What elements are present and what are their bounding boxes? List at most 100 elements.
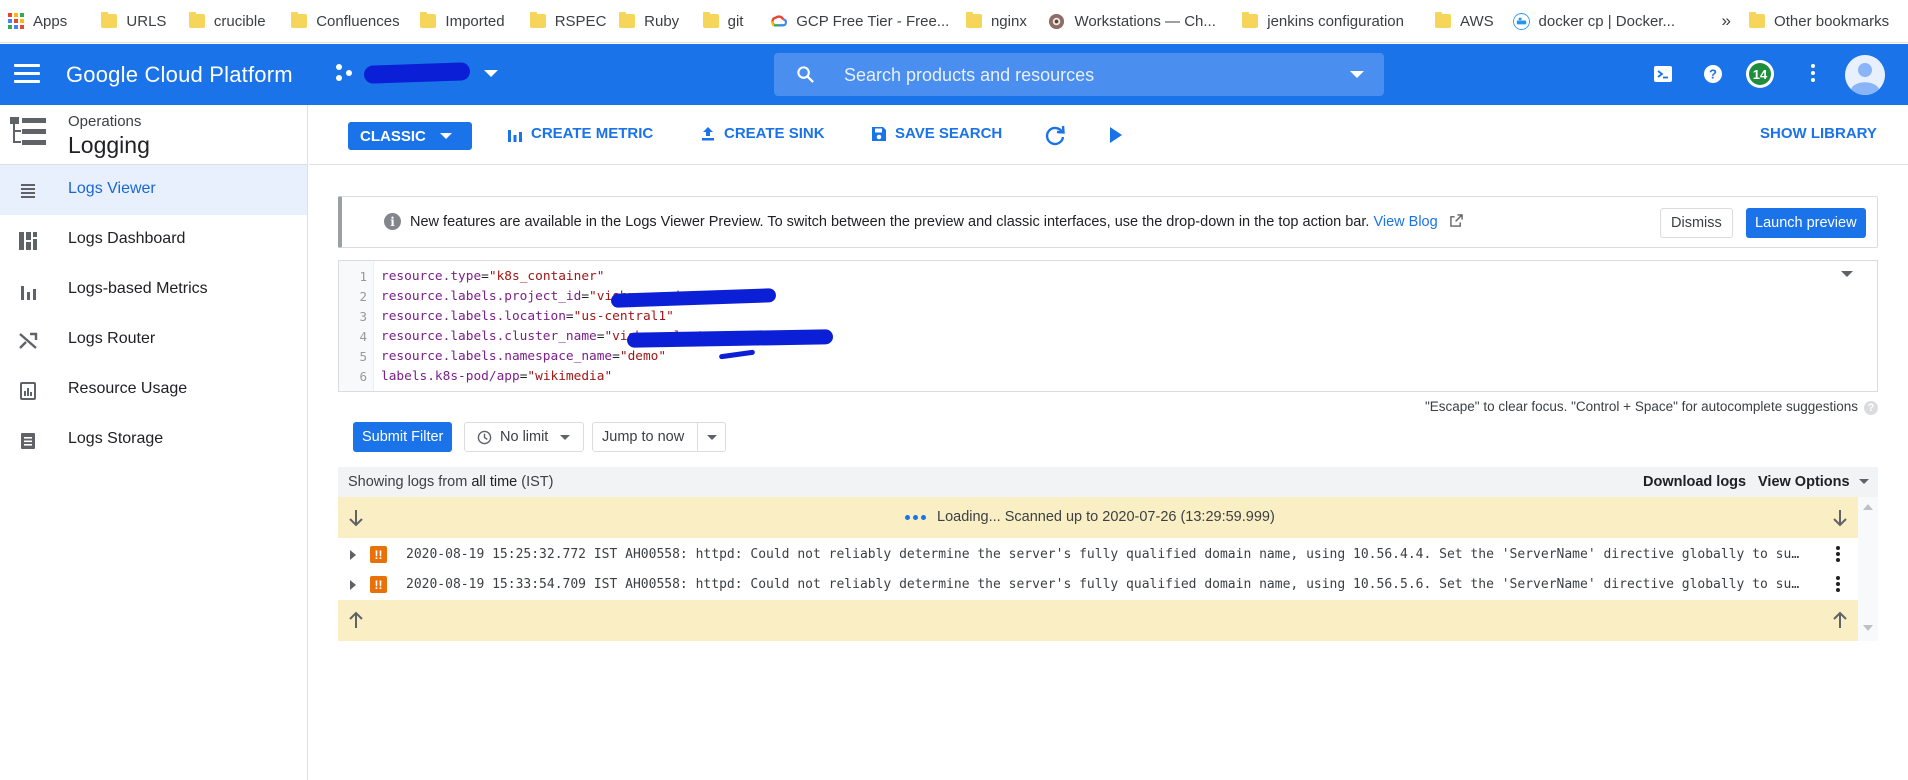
bar-chart-icon [21, 286, 36, 300]
download-logs-button[interactable]: Download logs [1643, 474, 1746, 490]
cloud-shell-icon[interactable] [1654, 66, 1672, 82]
docker-icon [1512, 12, 1530, 30]
arrow-up-icon[interactable] [1832, 611, 1848, 629]
sidebar-item-logs-router[interactable]: Logs Router [0, 315, 307, 365]
scroll-up-icon[interactable] [1863, 504, 1873, 510]
bookmark-urls[interactable]: URLS [101, 0, 188, 43]
more-vert-icon[interactable] [1836, 546, 1840, 564]
query-line: 6 labels.k8s-pod/app="wikimedia" [339, 366, 612, 386]
chevron-down-icon[interactable] [1859, 479, 1869, 484]
editor-expand-icon[interactable] [1841, 271, 1853, 277]
clock-icon [477, 430, 492, 444]
bookmark-other[interactable]: Other bookmarks [1749, 0, 1908, 43]
logs-scrollbar[interactable] [1858, 497, 1878, 641]
external-link-icon [1449, 214, 1463, 227]
arrow-down-icon[interactable] [1832, 509, 1848, 527]
bookmark-ruby[interactable]: Ruby [619, 0, 702, 43]
scroll-down-icon[interactable] [1863, 625, 1873, 631]
bookmark-label: docker cp | Docker... [1538, 12, 1675, 30]
loading-older-logs-bar: Loading... Scanned up to 2020-07-26 (13:… [338, 497, 1858, 538]
create-sink-label: CREATE SINK [724, 125, 825, 142]
bookmarks-bar: Apps URLS crucible Confluences Imported … [0, 0, 1908, 43]
time-limit-dropdown[interactable]: No limit [464, 422, 584, 452]
search-icon [797, 66, 814, 83]
notifications-badge[interactable]: 14 [1746, 60, 1774, 88]
expand-arrow-icon[interactable] [350, 550, 356, 560]
classic-mode-dropdown[interactable]: CLASSIC [348, 122, 472, 150]
bookmarks-overflow-button[interactable]: » [1703, 0, 1749, 43]
arrow-up-icon[interactable] [348, 611, 364, 629]
submit-filter-button[interactable]: Submit Filter [353, 422, 453, 452]
bookmark-apps[interactable]: Apps [8, 0, 101, 43]
show-library-label: SHOW LIBRARY [1760, 125, 1877, 142]
loading-text: Loading... Scanned up to 2020-07-26 (13:… [937, 509, 1275, 525]
query-editor[interactable]: 1 resource.type="k8s_container" 2 resource… [338, 260, 1878, 392]
bookmark-label: GCP Free Tier - Free... [796, 12, 950, 30]
bookmark-crucible[interactable]: crucible [188, 0, 291, 43]
bookmark-confluences[interactable]: Confluences [291, 0, 420, 43]
sidebar-item-logs-dashboard[interactable]: Logs Dashboard [0, 215, 307, 265]
folder-icon [619, 12, 636, 28]
show-library-button[interactable]: SHOW LIBRARY [1760, 125, 1877, 142]
divider [697, 423, 698, 451]
info-icon: i [384, 213, 401, 230]
bookmark-label: Other bookmarks [1774, 12, 1890, 30]
chevron-down-icon[interactable] [707, 435, 717, 440]
query-key: resource.labels.namespace_name [381, 348, 613, 364]
sidebar-item-label: Logs Viewer [68, 180, 156, 197]
search-dropdown-icon[interactable] [1350, 71, 1364, 78]
sidebar-item-logs-viewer[interactable]: Logs Viewer [0, 165, 307, 215]
bookmark-jenkins[interactable]: jenkins configuration [1242, 0, 1435, 43]
jump-to-now-control[interactable]: Jump to now [592, 422, 726, 452]
preview-banner: i New features are available in the Logs… [338, 196, 1878, 248]
launch-preview-button[interactable]: Launch preview [1746, 208, 1866, 238]
line-number: 5 [359, 348, 367, 364]
project-selector[interactable] [336, 62, 498, 84]
more-vert-icon[interactable] [1811, 64, 1815, 82]
help-icon[interactable]: ? [1703, 64, 1723, 84]
save-search-label: SAVE SEARCH [895, 125, 1003, 142]
bookmark-rspec[interactable]: RSPEC [529, 0, 619, 43]
sidebar-item-logs-storage[interactable]: Logs Storage [0, 415, 307, 465]
search-input[interactable]: Search products and resources [774, 53, 1384, 96]
create-metric-button[interactable]: CREATE METRIC [507, 125, 653, 142]
log-entry-row[interactable]: !! 2020-08-19 15:25:32.772 IST AH00558: … [338, 540, 1858, 569]
query-key: labels.k8s-pod/app [381, 368, 520, 384]
avatar[interactable] [1845, 55, 1885, 95]
play-stream-icon[interactable] [1109, 127, 1123, 143]
bookmark-imported[interactable]: Imported [420, 0, 529, 43]
log-entry-row[interactable]: !! 2020-08-19 15:33:54.709 IST AH00558: … [338, 570, 1858, 599]
loading-status: Loading... Scanned up to 2020-07-26 (13:… [905, 509, 1275, 525]
bookmark-docker[interactable]: docker cp | Docker... [1512, 0, 1704, 43]
folder-icon [529, 12, 546, 28]
query-key: resource.labels.location [381, 308, 566, 324]
jump-to-now-label: Jump to now [602, 429, 685, 445]
more-vert-icon[interactable] [1836, 576, 1840, 594]
arrow-down-icon[interactable] [348, 509, 364, 527]
hamburger-menu-icon[interactable] [14, 64, 40, 84]
dismiss-button[interactable]: Dismiss [1660, 208, 1733, 238]
expand-arrow-icon[interactable] [350, 580, 356, 590]
bookmark-gcp-free-tier[interactable]: GCP Free Tier - Free... [770, 0, 966, 43]
logs-range-text: Showing logs from all time (IST) [348, 474, 554, 490]
bookmark-aws[interactable]: AWS [1435, 0, 1513, 43]
showing-prefix: Showing logs from [348, 474, 472, 490]
bookmark-git[interactable]: git [702, 0, 771, 43]
sidebar-item-label: Resource Usage [68, 380, 188, 397]
query-key: resource.labels.project_id [381, 288, 582, 304]
sidebar-item-resource-usage[interactable]: Resource Usage [0, 365, 307, 415]
editor-hint: "Escape" to clear focus. "Control + Spac… [1000, 399, 1878, 415]
refresh-icon[interactable] [1044, 124, 1066, 146]
view-blog-link[interactable]: View Blog [1373, 214, 1463, 230]
bookmark-nginx[interactable]: nginx [965, 0, 1048, 43]
usage-icon [20, 382, 36, 400]
save-search-button[interactable]: SAVE SEARCH [871, 125, 1002, 142]
create-sink-button[interactable]: CREATE SINK [700, 125, 825, 142]
list-icon [21, 184, 35, 198]
sidebar-item-logs-based-metrics[interactable]: Logs-based Metrics [0, 265, 307, 315]
help-icon[interactable]: ? [1864, 401, 1878, 415]
overflow-chevron-icon: » [1721, 11, 1731, 30]
brand-title[interactable]: Google Cloud Platform [66, 62, 293, 88]
bookmark-workstations[interactable]: Workstations — Ch... [1048, 0, 1242, 43]
view-options-button[interactable]: View Options [1758, 474, 1850, 490]
